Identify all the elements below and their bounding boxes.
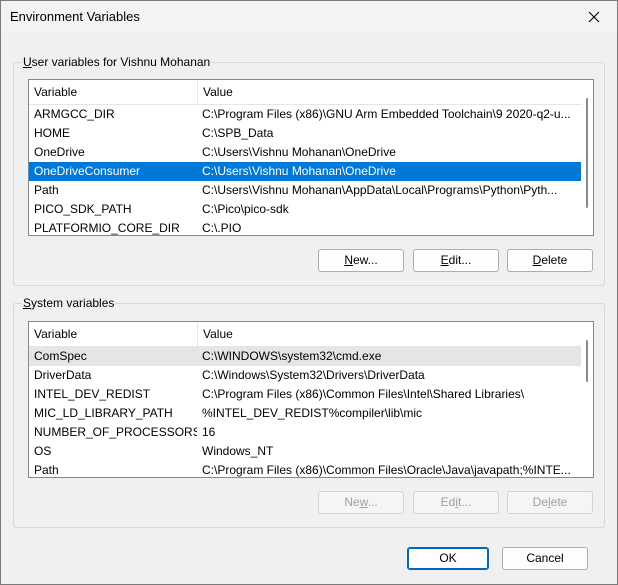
user-variables-label: User variables for Vishnu Mohanan [22, 55, 212, 69]
variable-value-cell: C:\Pico\pico-sdk [202, 202, 289, 216]
column-header-value[interactable]: Value [197, 322, 581, 346]
table-row[interactable]: Path C:\Users\Vishnu Mohanan\AppData\Loca… [29, 181, 581, 200]
variable-value-cell: C:\.PIO [202, 221, 242, 235]
variable-name-cell: Path [34, 463, 59, 477]
variable-name-cell: DriverData [34, 368, 92, 382]
table-row[interactable]: OS Windows_NT [29, 442, 581, 461]
table-row[interactable]: OneDriveConsumer C:\Users\Vishnu Mohanan\… [29, 162, 581, 181]
variable-name-cell: MIC_LD_LIBRARY_PATH [34, 406, 173, 420]
variable-value-cell: C:\Program Files (x86)\GNU Arm Embedded … [202, 107, 571, 121]
title-bar: Environment Variables [1, 1, 617, 33]
scrollbar-thumb[interactable] [586, 340, 588, 382]
variable-value-cell: C:\Windows\System32\Drivers\DriverData [202, 368, 425, 382]
variable-value-cell: C:\SPB_Data [202, 126, 274, 140]
table-row[interactable]: MIC_LD_LIBRARY_PATH %INTEL_DEV_REDIST%com… [29, 404, 581, 423]
system-list-header: Variable Value [29, 322, 581, 347]
variable-value-cell: Windows_NT [202, 444, 274, 458]
column-header-variable[interactable]: Variable [29, 80, 197, 104]
variable-value-cell: C:\WINDOWS\system32\cmd.exe [202, 349, 382, 363]
variable-name-cell: ComSpec [34, 349, 87, 363]
variable-name-cell: INTEL_DEV_REDIST [34, 387, 151, 401]
user-list-rows: ARMGCC_DIR C:\Program Files (x86)\GNU Arm… [29, 105, 581, 235]
variable-value-cell: C:\Users\Vishnu Mohanan\OneDrive [202, 145, 396, 159]
variable-name-cell: Path [34, 183, 59, 197]
variable-value-cell: C:\Program Files (x86)\Common Files\Orac… [202, 463, 571, 477]
table-row[interactable]: ComSpec C:\WINDOWS\system32\cmd.exe [29, 347, 581, 366]
variable-name-cell: OneDriveConsumer [34, 164, 141, 178]
user-delete-button[interactable]: Delete [507, 249, 593, 272]
system-variables-label: System variables [22, 296, 116, 310]
table-row[interactable]: ARMGCC_DIR C:\Program Files (x86)\GNU Arm… [29, 105, 581, 124]
variable-name-cell: OS [34, 444, 52, 458]
table-row[interactable]: INTEL_DEV_REDIST C:\Program Files (x86)\C… [29, 385, 581, 404]
column-header-value[interactable]: Value [197, 80, 581, 104]
variable-name-cell: PICO_SDK_PATH [34, 202, 132, 216]
close-icon [588, 11, 600, 23]
variable-value-cell: %INTEL_DEV_REDIST%compiler\lib\mic [202, 406, 423, 420]
variable-value-cell: C:\Program Files (x86)\Common Files\Inte… [202, 387, 525, 401]
environment-variables-dialog: Environment Variables User variables for… [0, 0, 618, 585]
table-row[interactable]: OneDrive C:\Users\Vishnu Mohanan\OneDrive [29, 143, 581, 162]
table-row[interactable]: Path C:\Program Files (x86)\Common Files\… [29, 461, 581, 477]
system-delete-button[interactable]: Delete [507, 491, 593, 514]
system-new-button[interactable]: New... [318, 491, 404, 514]
scrollbar-thumb[interactable] [586, 98, 588, 208]
ok-button[interactable]: OK [407, 547, 489, 570]
user-edit-button[interactable]: Edit... [413, 249, 499, 272]
window-title: Environment Variables [10, 9, 140, 24]
user-list-header: Variable Value [29, 80, 581, 105]
variable-name-cell: PLATFORMIO_CORE_DIR [34, 221, 180, 235]
variable-name-cell: NUMBER_OF_PROCESSORS [34, 425, 197, 439]
system-list-rows: ComSpec C:\WINDOWS\system32\cmd.exe Driver… [29, 347, 581, 477]
user-list-scrollbar[interactable] [581, 80, 593, 235]
system-edit-button[interactable]: Edit... [413, 491, 499, 514]
system-variables-list[interactable]: Variable Value ComSpec C:\WINDOWS\system3… [28, 321, 594, 478]
table-row[interactable]: PLATFORMIO_CORE_DIR C:\.PIO [29, 219, 581, 235]
system-list-scrollbar[interactable] [581, 322, 593, 477]
user-variables-list[interactable]: Variable Value ARMGCC_DIR C:\Program File… [28, 79, 594, 236]
variable-value-cell: 16 [202, 425, 216, 439]
cancel-button[interactable]: Cancel [502, 547, 588, 570]
close-button[interactable] [571, 1, 617, 33]
table-row[interactable]: HOME C:\SPB_Data [29, 124, 581, 143]
variable-name-cell: OneDrive [34, 145, 85, 159]
variable-name-cell: HOME [34, 126, 70, 140]
table-row[interactable]: DriverData C:\Windows\System32\Drivers\Dr… [29, 366, 581, 385]
column-header-variable[interactable]: Variable [29, 322, 197, 346]
table-row[interactable]: NUMBER_OF_PROCESSORS 16 [29, 423, 581, 442]
user-new-button[interactable]: New... [318, 249, 404, 272]
table-row[interactable]: PICO_SDK_PATH C:\Pico\pico-sdk [29, 200, 581, 219]
variable-value-cell: C:\Users\Vishnu Mohanan\AppData\Local\Pr… [202, 183, 558, 197]
variable-value-cell: C:\Users\Vishnu Mohanan\OneDrive [202, 164, 396, 178]
variable-name-cell: ARMGCC_DIR [34, 107, 115, 121]
